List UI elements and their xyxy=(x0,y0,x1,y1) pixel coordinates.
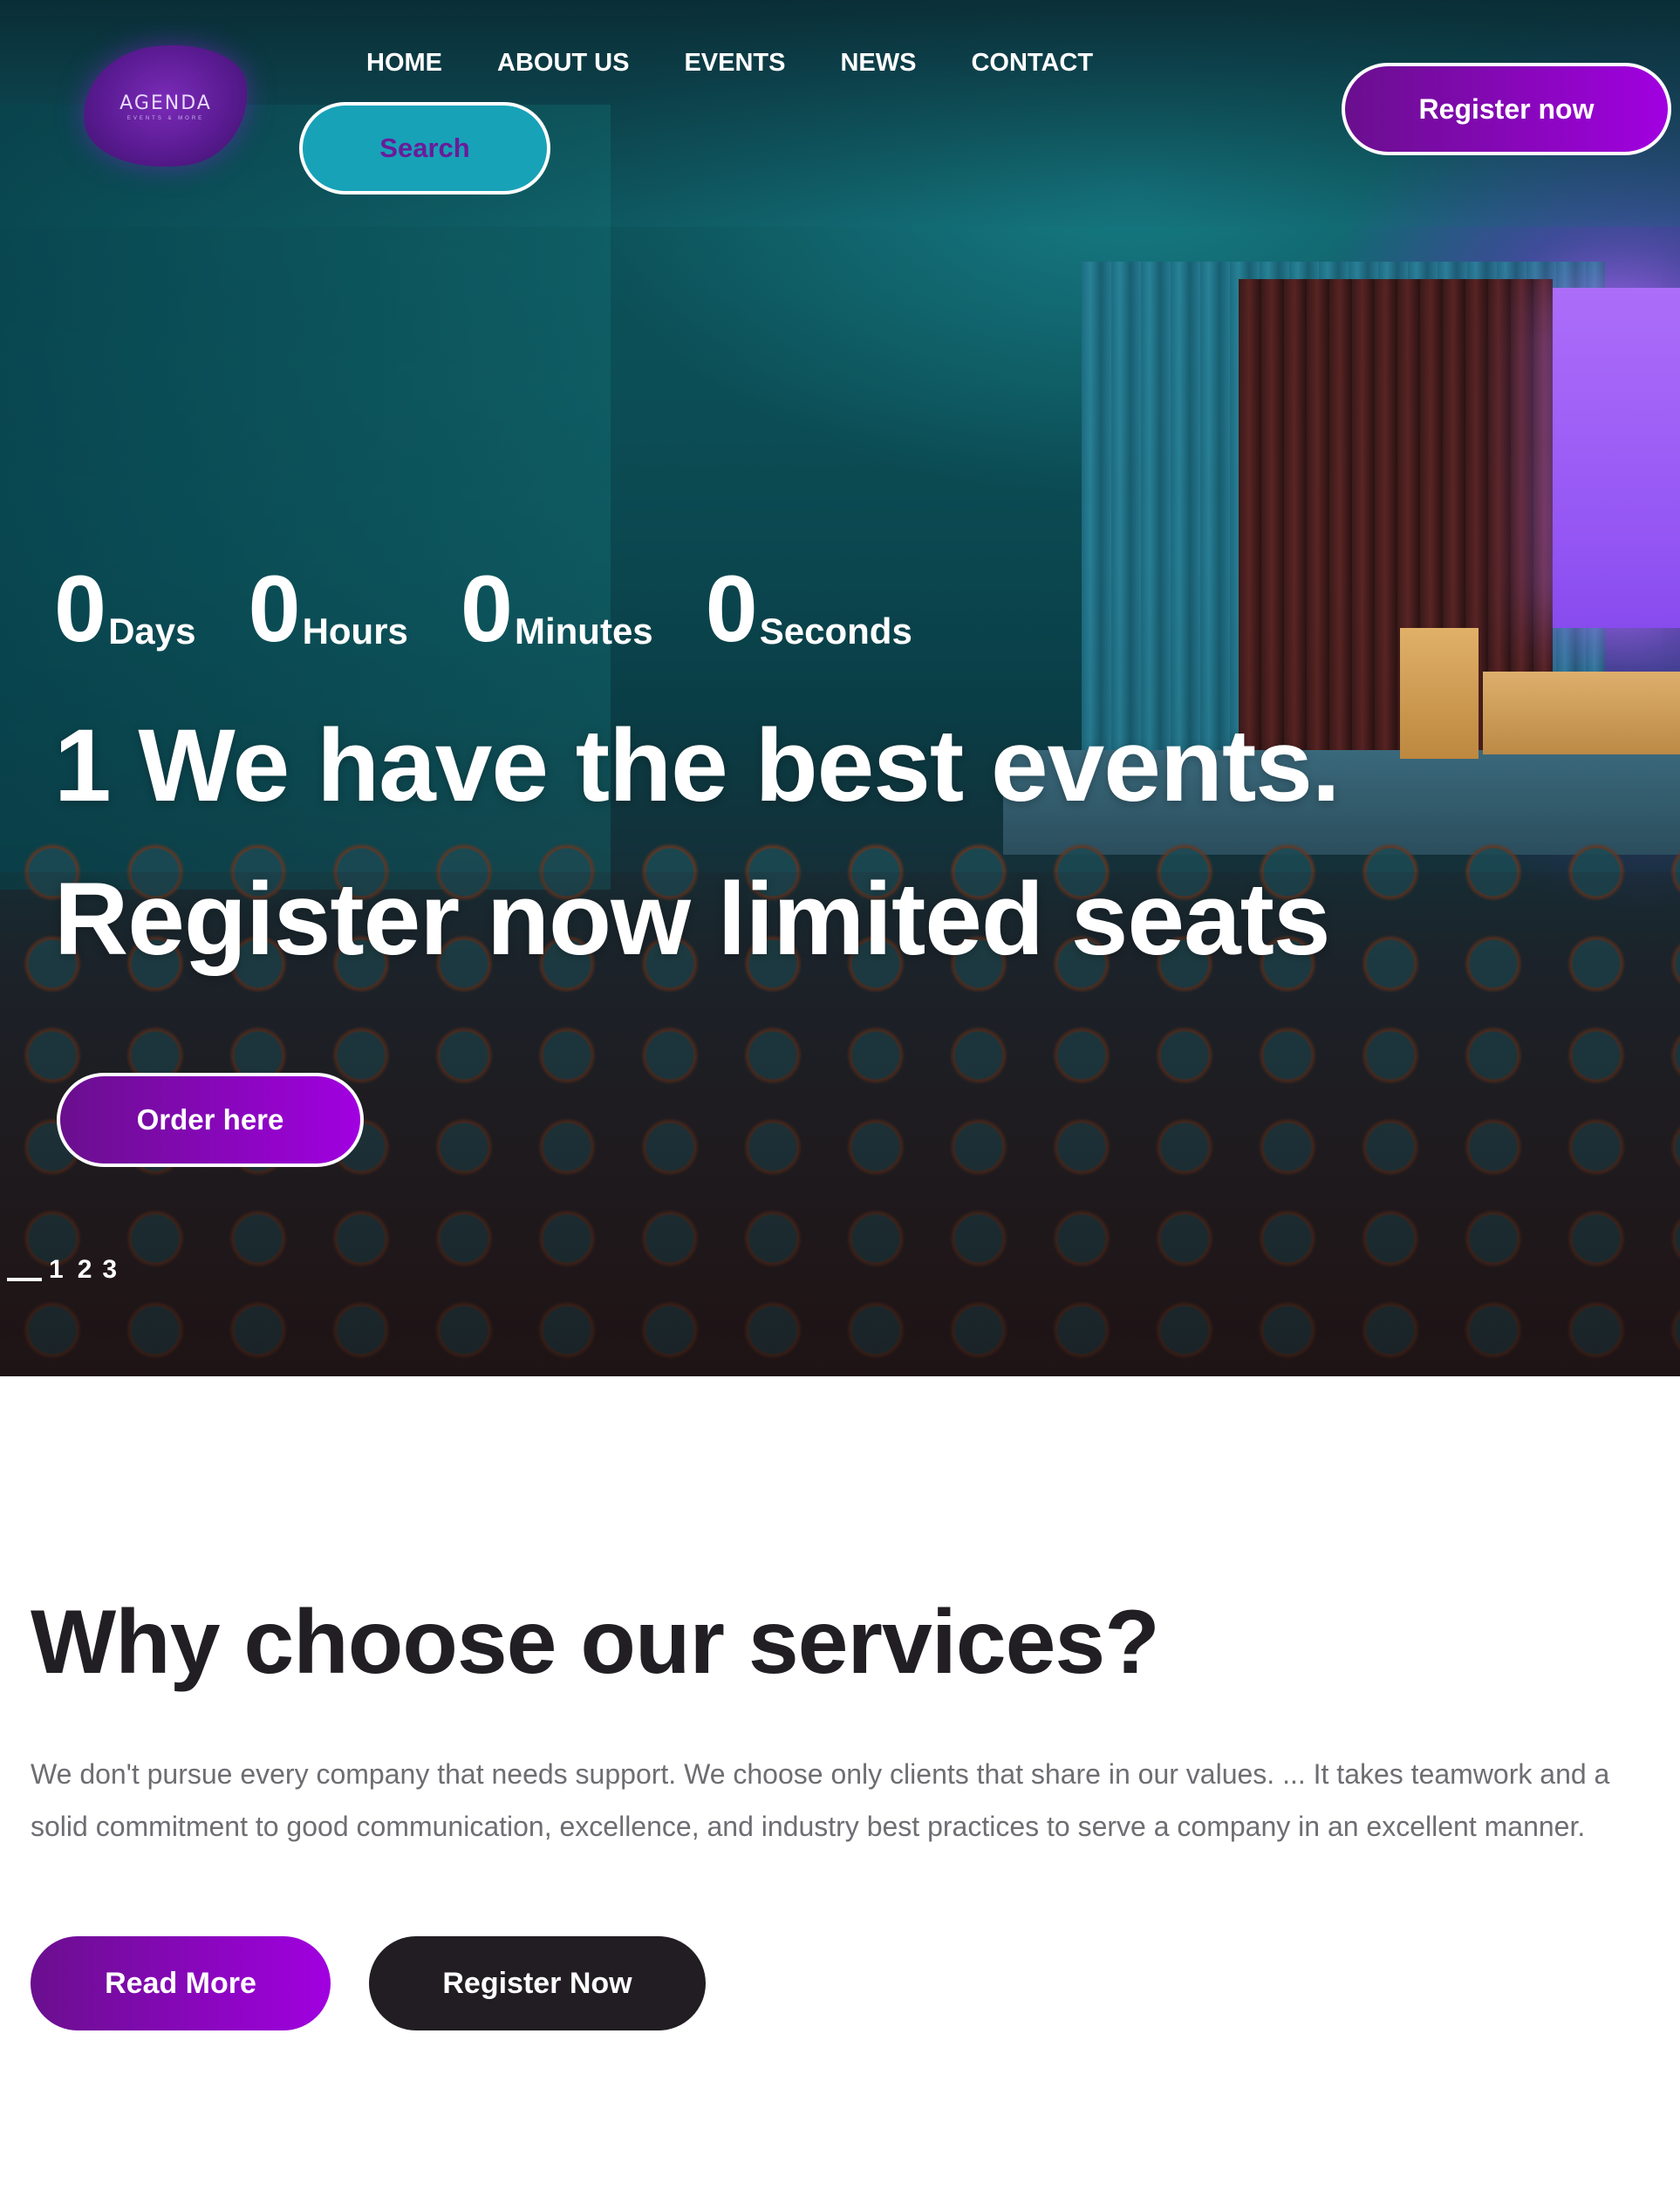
countdown-days: 0 Days xyxy=(54,556,196,661)
why-description: We don't pursue every company that needs… xyxy=(31,1758,1610,1842)
slider-page-2[interactable]: 2 xyxy=(78,1255,92,1285)
logo-text: AGENDA xyxy=(120,92,212,114)
slider-page-1[interactable]: 1 xyxy=(49,1255,64,1285)
nav-item-events[interactable]: EVENTS xyxy=(684,45,785,80)
countdown-hours-label: Hours xyxy=(302,611,408,652)
slider-pagination: 1 2 3 xyxy=(7,1252,131,1287)
nav-item-about-us[interactable]: ABOUT US xyxy=(497,45,629,80)
nav-item-news[interactable]: NEWS xyxy=(840,45,916,80)
hero-title: 1 We have the best events. Register now … xyxy=(54,689,1537,996)
order-here-button[interactable]: Order here xyxy=(57,1073,364,1167)
slider-active-indicator xyxy=(7,1278,42,1281)
logo-subtext: EVENTS & MORE xyxy=(126,115,205,121)
read-more-button[interactable]: Read More xyxy=(31,1936,331,2030)
countdown-hours-value: 0 xyxy=(248,556,301,661)
hero-title-line-2: Register now limited seats xyxy=(54,862,1331,977)
nav-item-contact[interactable]: CONTACT xyxy=(971,45,1093,80)
hero-title-line-1: 1 We have the best events. xyxy=(54,708,1341,823)
hero-section: AGENDA EVENTS & MORE HOME ABOUT US EVENT… xyxy=(0,0,1680,1376)
site-logo[interactable]: AGENDA EVENTS & MORE xyxy=(75,34,256,179)
nav-item-home[interactable]: HOME xyxy=(366,45,442,80)
search-button[interactable]: Search xyxy=(299,102,550,194)
slider-page-3[interactable]: 3 xyxy=(102,1255,117,1285)
register-now-button[interactable]: Register Now xyxy=(369,1936,706,2030)
countdown-seconds-label: Seconds xyxy=(759,611,912,652)
main-nav: HOME ABOUT US EVENTS NEWS CONTACT xyxy=(366,45,1148,80)
hero-overlay xyxy=(0,0,1680,1376)
countdown-minutes: 0 Minutes xyxy=(460,556,653,661)
countdown-timer: 0 Days 0 Hours 0 Minutes 0 Seconds xyxy=(54,548,965,661)
countdown-hours: 0 Hours xyxy=(248,556,408,661)
register-now-header-button[interactable]: Register now xyxy=(1342,63,1671,155)
countdown-seconds-value: 0 xyxy=(705,556,758,661)
countdown-minutes-value: 0 xyxy=(460,556,513,661)
why-title: Why choose our services? xyxy=(31,1592,1160,1693)
countdown-days-label: Days xyxy=(108,611,196,652)
countdown-minutes-label: Minutes xyxy=(515,611,653,652)
countdown-days-value: 0 xyxy=(54,556,107,661)
countdown-seconds: 0 Seconds xyxy=(705,556,912,661)
